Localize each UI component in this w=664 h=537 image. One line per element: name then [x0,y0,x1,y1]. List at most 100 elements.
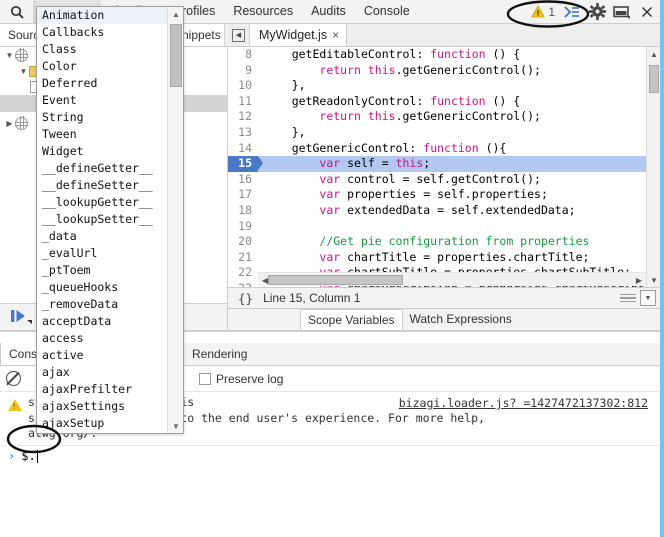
resume-script-icon[interactable] [10,308,34,327]
hamburger-icon[interactable] [620,293,636,303]
code-line[interactable]: 8 getEditableControl: function () { [228,47,660,63]
code-text[interactable]: var self = this; [258,156,430,172]
code-line[interactable]: 21 var chartTitle = properties.chartTitl… [228,249,660,266]
scrollbar-thumb[interactable] [170,24,182,87]
line-number[interactable]: 9 [228,62,258,79]
autocomplete-item[interactable]: Animation [37,7,168,24]
autocomplete-item[interactable]: _queueHooks [37,279,168,296]
close-icon[interactable]: × [332,24,339,46]
line-number[interactable]: 14 [228,140,258,157]
twisty-collapsed-icon[interactable]: ▶ [4,119,15,128]
autocomplete-item[interactable]: acceptData [37,313,168,330]
search-icon[interactable] [0,0,34,23]
line-number[interactable]: 21 [228,249,258,266]
console-message-source-link[interactable]: bizagi.loader.js? =1427472137302:812 [399,396,648,410]
code-text[interactable]: return this.getGenericControl(); [258,109,541,125]
scroll-up-icon[interactable]: ▲ [647,47,660,61]
close-icon[interactable] [636,1,658,23]
tab-resources[interactable]: Resources [224,0,302,23]
autocomplete-list[interactable]: Animation Callbacks Class Color Deferred Even… [37,7,168,433]
code-text[interactable]: getReadonlyControl: function () { [258,94,521,110]
warning-counter[interactable]: 1 [528,5,558,19]
line-number[interactable]: 17 [228,187,258,203]
tab-navigator-icon[interactable]: ◀ [228,24,250,46]
autocomplete-item[interactable]: Class [37,41,168,58]
scrollbar-thumb[interactable] [649,65,659,93]
autocomplete-popup[interactable]: Animation Callbacks Class Color Deferred Even… [36,6,184,434]
autocomplete-item[interactable]: __lookupGetter__ [37,194,168,211]
autocomplete-item[interactable]: access [37,330,168,347]
autocomplete-item[interactable]: ajaxSetup [37,415,168,432]
show-drawer-icon[interactable] [561,1,583,23]
gear-icon[interactable] [586,1,608,23]
line-number[interactable]: 13 [228,124,258,141]
autocomplete-item[interactable]: ajax [37,364,168,381]
code-line[interactable]: 17 var properties = self.properties; [228,187,660,203]
code-text[interactable]: getEditableControl: function () { [258,47,521,63]
tab-audits[interactable]: Audits [302,0,355,23]
line-number[interactable]: 11 [228,93,258,110]
autocomplete-item[interactable]: Tween [37,126,168,143]
twisty-expanded-icon[interactable]: ▼ [4,51,15,60]
editor-vertical-scrollbar[interactable]: ▲ ▼ [646,47,660,287]
line-number[interactable]: 19 [228,218,258,235]
autocomplete-item[interactable]: Deferred [37,75,168,92]
code-line[interactable]: 13 }, [228,124,660,141]
tab-watch-expressions[interactable]: Watch Expressions [403,309,519,330]
scroll-up-icon[interactable]: ▲ [168,7,183,21]
twisty-expanded-icon[interactable]: ▼ [18,67,29,76]
code-line[interactable]: 12 return this.getGenericControl(); [228,109,660,125]
code-text[interactable]: }, [258,125,306,141]
clear-console-icon[interactable] [6,371,21,386]
code-line[interactable]: 19 [228,218,660,235]
code-editor[interactable]: 8 getEditableControl: function () {9 ret… [228,47,660,287]
preserve-log-checkbox[interactable] [199,372,211,385]
autocomplete-item[interactable]: _data [37,228,168,245]
code-text[interactable]: getGenericControl: function (){ [258,141,507,157]
scroll-right-icon[interactable]: ▶ [632,273,646,287]
autocomplete-item[interactable]: Event [37,92,168,109]
scrollbar-thumb[interactable] [268,275,403,285]
autocomplete-item[interactable]: Callbacks [37,24,168,41]
autocomplete-item[interactable]: _evalUrl [37,245,168,262]
tab-console[interactable]: Console [355,0,419,23]
code-line[interactable]: 9 return this.getGenericControl(); [228,62,660,79]
code-text[interactable]: var extendedData = self.extendedData; [258,203,575,219]
autocomplete-item[interactable]: __defineSetter__ [37,177,168,194]
console-input-value[interactable]: $. [21,449,35,463]
autocomplete-scrollbar[interactable]: ▲ ▼ [167,7,183,433]
file-tab-mywidget[interactable]: MyWidget.js × [250,24,348,46]
scroll-down-icon[interactable]: ▼ [168,419,183,433]
autocomplete-item[interactable]: Widget [37,143,168,160]
code-text[interactable]: return this.getGenericControl(); [258,63,541,79]
code-text[interactable]: var properties = self.properties; [258,187,548,203]
line-number[interactable]: 20 [228,234,258,250]
code-text[interactable] [258,219,264,235]
pretty-print-icon[interactable]: {} [228,291,263,306]
autocomplete-item[interactable]: Color [37,58,168,75]
autocomplete-item[interactable]: __lookupSetter__ [37,211,168,228]
code-line[interactable]: 10 }, [228,78,660,94]
autocomplete-item[interactable]: active [37,347,168,364]
code-text[interactable]: //Get pie configuration from properties [258,234,589,250]
line-number[interactable]: 22 [228,265,258,281]
code-text[interactable]: }, [258,78,306,94]
line-number[interactable]: 15 [228,156,263,172]
line-number[interactable]: 12 [228,109,258,125]
code-line[interactable]: 14 getGenericControl: function (){ [228,140,660,157]
drawer-tab-rendering[interactable]: Rendering [184,343,255,365]
autocomplete-item[interactable]: ajaxPrefilter [37,381,168,398]
editor-horizontal-scrollbar[interactable]: ◀ ▶ [258,272,646,286]
dock-side-icon[interactable] [611,1,633,23]
autocomplete-item[interactable]: _ptToem [37,262,168,279]
line-number[interactable]: 10 [228,78,258,94]
autocomplete-item[interactable]: String [37,109,168,126]
code-line[interactable]: 16 var control = self.getControl(); [228,171,660,188]
code-line[interactable]: 18 var extendedData = self.extendedData; [228,202,660,219]
line-number[interactable]: 8 [228,47,258,63]
tab-scope-variables[interactable]: Scope Variables [300,309,403,330]
line-number[interactable]: 16 [228,171,258,188]
code-line[interactable]: 11 getReadonlyControl: function () { [228,93,660,110]
expand-icon[interactable]: ▼ [640,290,656,306]
code-text[interactable]: var chartTitle = properties.chartTitle; [258,250,589,266]
